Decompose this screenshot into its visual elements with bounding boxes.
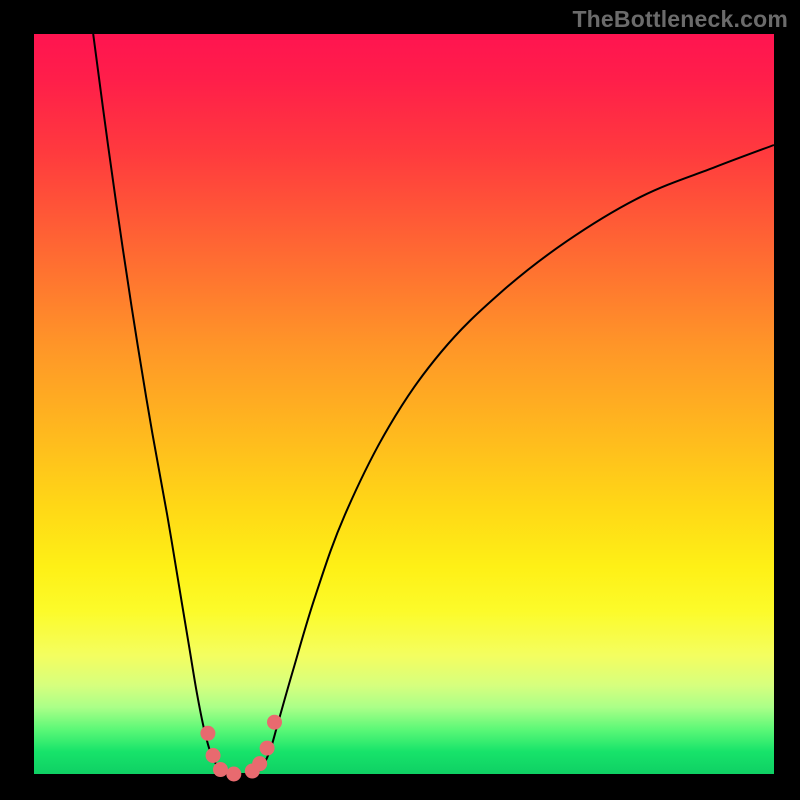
outer-frame: TheBottleneck.com	[0, 0, 800, 800]
curve-left-branch	[93, 34, 226, 774]
marker-dot	[206, 748, 221, 763]
watermark-text: TheBottleneck.com	[572, 6, 788, 33]
marker-dots-group	[200, 715, 282, 782]
marker-dot	[252, 756, 267, 771]
marker-dot	[200, 726, 215, 741]
chart-svg	[34, 34, 774, 774]
curve-right-branch	[256, 145, 774, 774]
marker-dot	[260, 741, 275, 756]
marker-dot	[226, 767, 241, 782]
chart-plot-area	[34, 34, 774, 774]
marker-dot	[267, 715, 282, 730]
marker-dot	[213, 762, 228, 777]
